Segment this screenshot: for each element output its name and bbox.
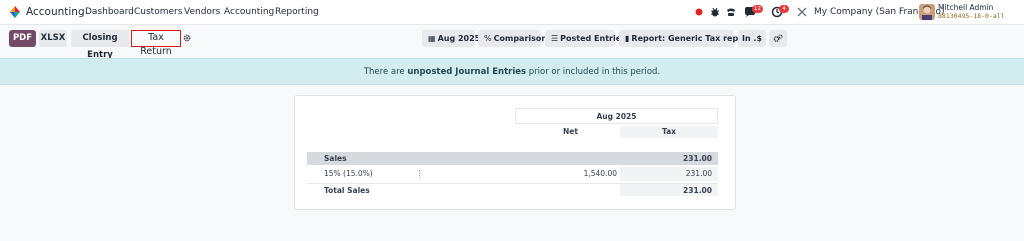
net-column-header: Net <box>563 127 578 136</box>
messages-badge: 12 <box>752 5 763 13</box>
record-icon[interactable] <box>693 6 705 18</box>
tax-column-header: Tax <box>620 126 718 138</box>
pdf-button[interactable]: PDF <box>9 30 36 47</box>
book-icon: ▮ <box>625 34 630 43</box>
settings-button[interactable] <box>769 30 787 47</box>
unposted-entries-link[interactable]: unposted Journal Entries <box>407 67 526 77</box>
tax-line-row[interactable]: 15% (15.0%) 1,540.00 231.00 <box>307 167 718 181</box>
period-header: Aug 2025 <box>515 108 718 124</box>
currency-label: In .$ <box>741 34 763 43</box>
date-filter-label: Aug 2025 <box>437 34 481 43</box>
total-sales-label: Total Sales <box>324 186 370 195</box>
accounting-app-icon[interactable] <box>8 5 22 19</box>
unposted-entries-alert: There are unposted Journal Entries prior… <box>0 58 1024 85</box>
gear-icon[interactable] <box>183 34 191 42</box>
database-name: 88130495-18-0-all <box>938 12 1005 20</box>
sliders-icon: ☰ <box>551 34 559 43</box>
tax-line-label: 15% (15.0%) <box>324 169 373 178</box>
sales-row[interactable]: Sales 231.00 <box>307 152 718 165</box>
top-navbar: Accounting Dashboard Customers Vendors A… <box>0 0 1024 25</box>
menu-reporting[interactable]: Reporting <box>275 7 319 17</box>
total-sales-row: Total Sales 231.00 <box>307 183 718 196</box>
entries-filter-button[interactable]: ☰ Posted Entries <box>545 30 626 47</box>
entries-filter-label: Posted Entries <box>560 34 626 43</box>
report-variant-label: Report: Generic Tax report <box>631 34 752 43</box>
tools-icon[interactable] <box>796 6 808 18</box>
page-title: Tax Return <box>131 30 181 57</box>
menu-accounting[interactable]: Accounting <box>224 7 274 17</box>
user-avatar[interactable] <box>919 4 935 20</box>
menu-dashboard[interactable]: Dashboard <box>85 7 134 17</box>
total-sales-tax: 231.00 <box>620 184 718 196</box>
activities-badge: 4 <box>779 5 789 13</box>
tax-line-net: 1,540.00 <box>583 169 617 178</box>
comparison-filter-label: Comparison <box>493 34 548 43</box>
comparison-filter-button[interactable]: % Comparison <box>478 30 547 47</box>
sales-tax: 231.00 <box>683 154 712 163</box>
date-filter-button[interactable]: ▦ Aug 2025 <box>422 30 480 47</box>
tax-line-tax: 231.00 <box>620 167 718 181</box>
calendar-icon: ▦ <box>428 34 436 43</box>
alert-suffix: prior or included in this period. <box>526 67 661 77</box>
currency-button[interactable]: In .$ <box>738 30 766 47</box>
menu-customers[interactable]: Customers <box>134 7 182 17</box>
cogs-icon <box>773 34 783 42</box>
percent-icon: % <box>484 34 492 43</box>
sales-label: Sales <box>324 154 347 163</box>
bug-icon[interactable] <box>709 6 721 18</box>
phone-icon[interactable] <box>725 6 737 18</box>
menu-vendors[interactable]: Vendors <box>184 7 220 17</box>
alert-prefix: There are <box>363 67 408 77</box>
closing-entry-button[interactable]: Closing Entry <box>71 30 129 60</box>
app-name[interactable]: Accounting <box>26 6 85 18</box>
user-name[interactable]: Mitchell Admin <box>938 3 993 12</box>
report-variant-button[interactable]: ▮ Report: Generic Tax report <box>619 30 751 47</box>
row-divider <box>419 170 420 178</box>
xlsx-button[interactable]: XLSX <box>39 30 67 47</box>
